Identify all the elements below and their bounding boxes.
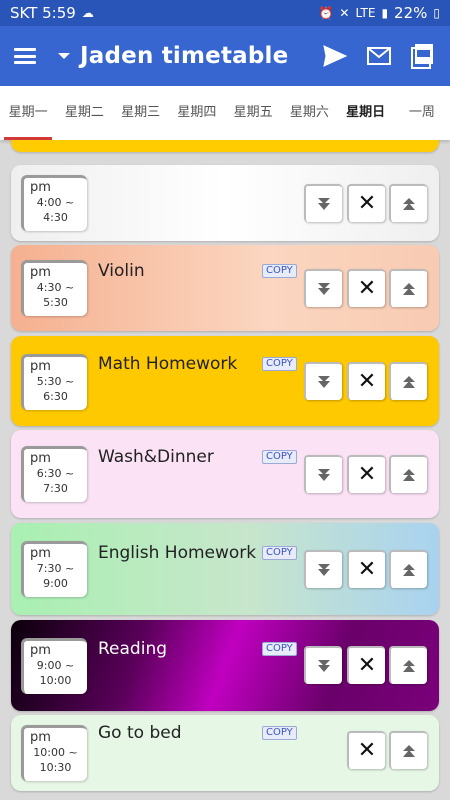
mute-icon: ✕ xyxy=(339,6,350,20)
move-up-button[interactable] xyxy=(389,269,427,307)
cloud-icon: ☁ xyxy=(81,6,94,20)
activity-label[interactable]: English Homework xyxy=(98,543,256,563)
copy-button[interactable]: COPY xyxy=(262,726,297,740)
close-icon: ✕ xyxy=(357,369,377,394)
time-slot[interactable]: pm 4:00 ~ 4:30 xyxy=(21,175,87,231)
carrier-time: SKT 5:59 xyxy=(10,4,76,22)
time-slot[interactable]: pm 4:30 ~ 5:30 xyxy=(21,260,87,316)
pdf-icon[interactable] xyxy=(410,43,436,69)
timetable-title[interactable]: Jaden timetable xyxy=(80,43,288,69)
delete-button[interactable]: ✕ xyxy=(347,269,385,307)
partial-card xyxy=(11,140,439,152)
activity-label[interactable]: Violin xyxy=(98,261,145,281)
timetable-entry[interactable]: pm 5:30 ~ 6:30 Math Homework COPY ✕ xyxy=(11,336,439,426)
chevron-down-icon[interactable] xyxy=(58,53,70,59)
move-up-button[interactable] xyxy=(389,550,427,588)
copy-button[interactable]: COPY xyxy=(262,450,297,464)
status-bar: SKT 5:59 ☁ ⏰ ✕ LTE ▮ 22% ▯ xyxy=(0,0,450,26)
tab-wednesday[interactable]: 星期三 xyxy=(113,86,169,140)
copy-button[interactable]: COPY xyxy=(262,546,297,560)
activity-label[interactable]: Go to bed xyxy=(98,723,182,743)
move-down-button[interactable] xyxy=(304,646,342,684)
move-up-button[interactable] xyxy=(389,731,427,769)
close-icon: ✕ xyxy=(357,653,377,678)
time-slot[interactable]: pm 9:00 ~ 10:00 xyxy=(21,638,87,694)
hamburger-menu-icon[interactable] xyxy=(14,48,36,64)
tab-monday[interactable]: 星期一 xyxy=(0,86,56,140)
close-icon: ✕ xyxy=(357,557,377,582)
tab-saturday[interactable]: 星期六 xyxy=(281,86,337,140)
app-bar: Jaden timetable xyxy=(0,26,450,86)
time-slot[interactable]: pm 10:00 ~ 10:30 xyxy=(21,725,87,781)
delete-button[interactable]: ✕ xyxy=(347,184,385,222)
delete-button[interactable]: ✕ xyxy=(347,646,385,684)
network-type: LTE xyxy=(355,6,376,20)
timetable-entry[interactable]: pm 7:30 ~ 9:00 English Homework COPY ✕ xyxy=(11,523,439,615)
signal-icon: ▮ xyxy=(381,6,389,20)
close-icon: ✕ xyxy=(357,462,377,487)
move-down-button[interactable] xyxy=(304,269,342,307)
time-slot[interactable]: pm 7:30 ~ 9:00 xyxy=(21,541,87,597)
timetable-entry[interactable]: pm 9:00 ~ 10:00 Reading COPY ✕ xyxy=(11,620,439,711)
timetable-entry[interactable]: pm 6:30 ~ 7:30 Wash&Dinner COPY ✕ xyxy=(11,430,439,518)
delete-button[interactable]: ✕ xyxy=(347,362,385,400)
timetable-entry[interactable]: pm 10:00 ~ 10:30 Go to bed COPY ✕ xyxy=(11,715,439,791)
close-icon: ✕ xyxy=(357,191,377,216)
delete-button[interactable]: ✕ xyxy=(347,550,385,588)
mail-icon[interactable] xyxy=(366,43,392,69)
move-up-button[interactable] xyxy=(389,455,427,493)
delete-button[interactable]: ✕ xyxy=(347,731,385,769)
move-down-button[interactable] xyxy=(304,362,342,400)
alarm-icon: ⏰ xyxy=(318,6,334,20)
send-icon[interactable] xyxy=(322,43,348,69)
move-up-button[interactable] xyxy=(389,646,427,684)
tab-friday[interactable]: 星期五 xyxy=(225,86,281,140)
battery-icon: ▯ xyxy=(433,6,440,20)
time-slot[interactable]: pm 6:30 ~ 7:30 xyxy=(21,446,87,502)
activity-label[interactable]: Reading xyxy=(98,639,167,659)
weekday-tabs: 星期一 星期二 星期三 星期四 星期五 星期六 星期日 一周 xyxy=(0,86,450,140)
move-down-button[interactable] xyxy=(304,184,342,222)
time-slot[interactable]: pm 5:30 ~ 6:30 xyxy=(21,354,87,410)
tab-week[interactable]: 一周 xyxy=(394,86,450,140)
move-down-button[interactable] xyxy=(304,455,342,493)
timetable-list: pm 4:00 ~ 4:30 ✕ pm 4:30 ~ 5:30 Violin C… xyxy=(0,140,450,800)
activity-label[interactable]: Wash&Dinner xyxy=(98,447,214,467)
tab-thursday[interactable]: 星期四 xyxy=(169,86,225,140)
move-down-button[interactable] xyxy=(304,550,342,588)
delete-button[interactable]: ✕ xyxy=(347,455,385,493)
timetable-entry[interactable]: pm 4:30 ~ 5:30 Violin COPY ✕ xyxy=(11,245,439,331)
close-icon: ✕ xyxy=(357,276,377,301)
tab-sunday[interactable]: 星期日 xyxy=(338,86,394,140)
move-up-button[interactable] xyxy=(389,362,427,400)
move-up-button[interactable] xyxy=(389,184,427,222)
copy-button[interactable]: COPY xyxy=(262,642,297,656)
timetable-entry[interactable]: pm 4:00 ~ 4:30 ✕ xyxy=(11,165,439,241)
tab-tuesday[interactable]: 星期二 xyxy=(56,86,112,140)
activity-label[interactable]: Math Homework xyxy=(98,354,237,374)
battery-level: 22% xyxy=(394,4,428,22)
close-icon: ✕ xyxy=(357,738,377,763)
copy-button[interactable]: COPY xyxy=(262,264,297,278)
copy-button[interactable]: COPY xyxy=(262,357,297,371)
